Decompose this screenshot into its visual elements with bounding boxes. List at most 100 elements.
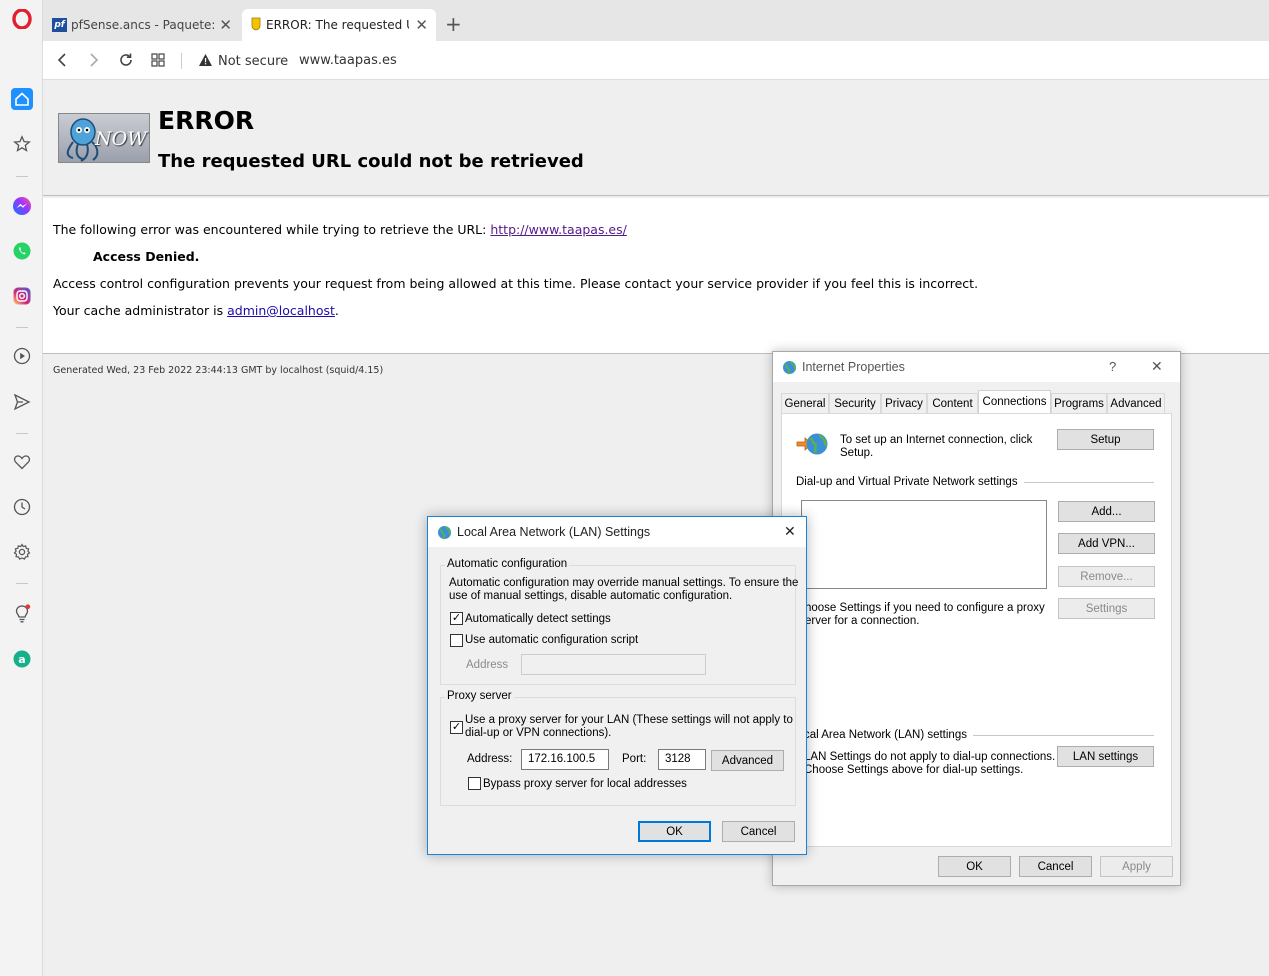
tab-content[interactable]: Content [927,393,978,413]
script-address-label: Address [466,659,509,671]
inet-cancel-button[interactable]: Cancel [1019,856,1092,877]
access-denied-text: Access Denied. [93,249,200,264]
access-control-text: Access control configuration prevents yo… [53,276,979,291]
tab-advanced[interactable]: Advanced [1107,393,1165,413]
whatsapp-icon[interactable] [11,240,33,262]
cache-admin-prefix: Your cache administrator is [53,303,228,318]
lan-cancel-button[interactable]: Cancel [722,821,795,842]
tab-security[interactable]: Security [829,393,881,413]
choose-settings-text-2: erver for a connection. [805,615,920,627]
squid-favicon-icon [251,17,261,34]
close-tab-icon[interactable]: ✕ [415,16,428,34]
add-vpn-button[interactable]: Add VPN... [1058,533,1155,554]
lan-ok-button[interactable]: OK [638,821,711,842]
internet-globe-icon [782,360,797,378]
lan-settings-button[interactable]: LAN settings [1057,746,1154,767]
auto-detect-label: Automatically detect settings [465,613,611,625]
lan-titlebar: Local Area Network (LAN) Settings ✕ [428,517,806,547]
connections-panel: To set up an Internet connection, click … [781,413,1172,847]
svg-text:a: a [18,653,25,666]
generated-footer: Generated Wed, 23 Feb 2022 23:44:13 GMT … [53,365,384,376]
not-secure-label[interactable]: Not secure [218,54,288,69]
aria-icon[interactable]: a [11,648,33,670]
tab-strip: pf pfSense.ancs - Paquete: Pr ✕ ERROR: T… [43,0,1269,41]
proxy-server-legend: Proxy server [445,690,514,702]
address-bar: Not secure www.taapas.es [43,41,1269,80]
error-url-prefix: The following error was encountered whil… [53,222,491,237]
error-content: The following error was encountered whil… [43,198,1269,354]
new-tab-plus-icon[interactable]: + [445,12,462,36]
tab-general[interactable]: General [781,393,829,413]
connections-listbox[interactable] [801,500,1047,589]
tab-connections[interactable]: Connections [978,390,1051,413]
speed-dial-star-icon[interactable] [11,133,33,155]
cache-admin-suffix: . [334,303,339,318]
page-title: ERROR [158,106,255,135]
player-icon[interactable] [11,345,33,367]
lan-settings-dialog: Local Area Network (LAN) Settings ✕ Auto… [427,516,807,855]
setup-text-1: To set up an Internet connection, click [840,434,1033,446]
checkmark-icon: ✓ [451,612,462,624]
help-icon[interactable]: ? [1109,359,1116,374]
error-url-link[interactable]: http://www.taapas.es/ [490,222,627,237]
proxy-address-label: Address: [467,753,513,765]
admin-email-link[interactable]: admin@localhost [227,303,335,318]
messenger-icon[interactable] [11,195,33,217]
proxy-address-input[interactable]: 172.16.100.5 [521,749,609,770]
opera-sidebar: a [0,0,43,976]
checkmark-icon: ✓ [451,721,462,733]
tab-grid-icon[interactable] [148,50,168,70]
dialup-vpn-label: Dial-up and Virtual Private Network sett… [796,476,1024,488]
url-field[interactable]: www.taapas.es [299,53,397,68]
close-tab-icon[interactable]: ✕ [219,16,232,34]
internet-properties-dialog: Internet Properties ? ✕ General Security… [772,351,1181,886]
lan-close-icon[interactable]: ✕ [784,523,796,540]
settings-gear-icon[interactable] [11,541,33,563]
advanced-button[interactable]: Advanced [711,750,784,771]
tab-privacy[interactable]: Privacy [881,393,927,413]
auto-script-checkbox[interactable] [450,634,463,647]
forward-icon[interactable] [84,50,104,70]
settings-button[interactable]: Settings [1058,598,1155,619]
send-icon[interactable] [11,391,33,413]
add-button[interactable]: Add... [1058,501,1155,522]
home-icon[interactable] [11,88,33,110]
cache-admin-line: Your cache administrator is admin@localh… [53,303,339,318]
setup-button[interactable]: Setup [1057,429,1154,450]
opera-logo-icon[interactable] [11,8,33,30]
use-proxy-checkbox[interactable]: ✓ [450,721,463,734]
tab-pfsense[interactable]: pf pfSense.ancs - Paquete: Pr ✕ [47,9,240,41]
warning-triangle-icon[interactable] [198,53,213,70]
remove-button[interactable]: Remove... [1058,566,1155,587]
auto-config-text-2: use of manual settings, disable automati… [449,590,733,602]
tab-error[interactable]: ERROR: The requested URL ✕ [242,9,436,41]
port-input[interactable]: 3128 [658,749,706,770]
inet-titlebar: Internet Properties ? ✕ [773,352,1180,382]
lan-text-1: LAN Settings do not apply to dial-up con… [804,751,1056,763]
use-proxy-label-1: Use a proxy server for your LAN (These s… [465,714,793,726]
lan-text-2: Choose Settings above for dial-up settin… [804,764,1024,776]
auto-config-legend: Automatic configuration [445,558,570,570]
tab-programs[interactable]: Programs [1051,393,1107,413]
back-icon[interactable] [52,50,72,70]
inet-apply-button[interactable]: Apply [1100,856,1173,877]
reload-icon[interactable] [116,50,136,70]
heart-icon[interactable] [11,451,33,473]
inet-tabs: General Security Privacy Content Connect… [781,390,1171,413]
script-address-input[interactable] [521,654,706,675]
auto-detect-checkbox[interactable]: ✓ [450,612,463,625]
lan-settings-label: cal Area Network (LAN) settings [804,729,973,741]
bypass-local-label: Bypass proxy server for local addresses [483,778,687,790]
pfsense-favicon-icon: pf [52,18,67,32]
lightbulb-icon[interactable] [11,603,33,625]
setup-text-2: Setup. [840,447,874,459]
inet-close-icon[interactable]: ✕ [1151,358,1163,375]
bypass-local-checkbox[interactable] [468,777,481,790]
history-clock-icon[interactable] [11,496,33,518]
page-subtitle: The requested URL could not be retrieved [158,151,584,172]
auto-config-text-1: Automatic configuration may override man… [449,577,799,589]
inet-ok-button[interactable]: OK [938,856,1011,877]
instagram-icon[interactable] [11,285,33,307]
choose-settings-text-1: hoose Settings if you need to configure … [805,602,1045,614]
error-header: NOW ERROR The requested URL could not be… [43,80,1269,196]
